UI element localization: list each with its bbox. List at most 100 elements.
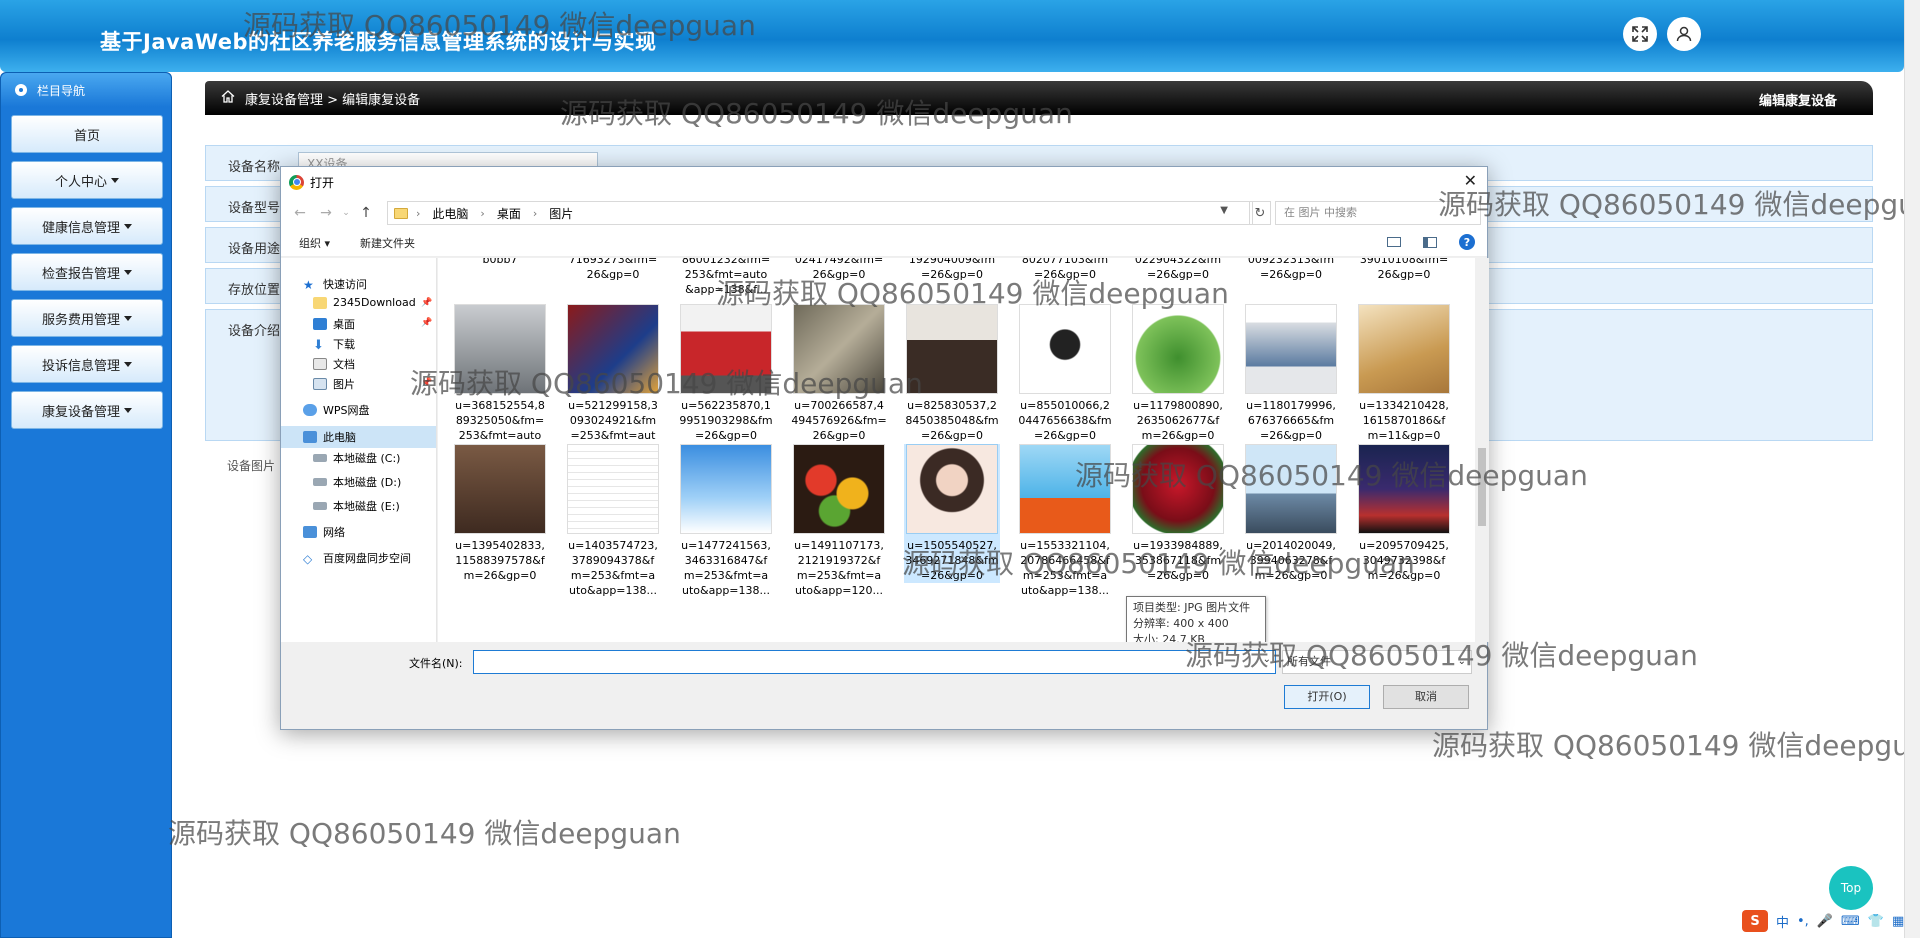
file-tile[interactable]: 009232313&fm =26&gp=0 (1243, 258, 1339, 282)
file-tile[interactable]: u=1491107173, 2121919372&f m=253&fmt=a u… (791, 444, 887, 598)
nav-dot-icon (15, 84, 27, 96)
pin-icon[interactable]: 📌 (421, 318, 432, 328)
file-tile[interactable]: u=2095709425, 3049732398&f m=26&gp=0 (1356, 444, 1452, 583)
home-icon[interactable] (221, 89, 235, 107)
chevron-down-icon[interactable]: ▼ (1220, 205, 1228, 216)
scrollbar-thumb[interactable] (1478, 448, 1486, 526)
sogou-logo-icon[interactable]: S (1742, 910, 1768, 932)
tree-item-2345download[interactable]: 2345Download (313, 296, 416, 309)
user-button[interactable] (1667, 17, 1701, 51)
microphone-icon[interactable]: 🎤 (1817, 914, 1833, 929)
sidebar-item-personal-center[interactable]: 个人中心 (11, 161, 163, 199)
file-tile[interactable]: u=700266587,4 494576926&fm= 26&gp=0 (791, 304, 887, 443)
tree-item-label: 此电脑 (323, 431, 356, 444)
page-scrollbar[interactable] (1904, 0, 1920, 938)
file-grid-scrollbar[interactable] (1475, 258, 1489, 642)
keyboard-icon[interactable]: ⌨ (1841, 914, 1860, 929)
tree-item-baidu-sync[interactable]: ◇ 百度网盘同步空间 (303, 550, 411, 566)
file-tile[interactable]: u=1403574723, 3789094378&f m=253&fmt=a u… (565, 444, 661, 598)
up-arrow-icon[interactable]: ↑ (353, 205, 379, 221)
file-tile[interactable]: u=1334210428, 1615870186&f m=11&gp=0 (1356, 304, 1452, 443)
path-segment[interactable]: 此电脑 (432, 205, 468, 222)
file-tile[interactable]: 86001232&fm= 253&fmt=auto &app=138&f... (678, 258, 774, 297)
preview-pane-icon[interactable] (1423, 236, 1437, 248)
tree-item-download[interactable]: ⬇ 下载 (313, 336, 355, 353)
cancel-button[interactable]: 取消 (1383, 685, 1469, 709)
tree-item-label: 2345Download (333, 296, 416, 309)
fullscreen-button[interactable] (1623, 17, 1657, 51)
toolbox-icon[interactable]: ▦ (1892, 914, 1904, 929)
caret-down-icon (124, 315, 132, 321)
ime-language[interactable]: 中 (1776, 912, 1789, 931)
file-type-select[interactable]: 所有文件 ⌄ (1282, 650, 1472, 674)
tree-item-quick-access[interactable]: ★ 快速访问 (303, 276, 367, 292)
file-tile[interactable]: u=1477241563, 3463316847&f m=253&fmt=a u… (678, 444, 774, 598)
file-tile[interactable]: u=521299158,3 093024921&fm =253&fmt=aut … (565, 304, 661, 458)
file-tile[interactable]: 022904322&fm =26&gp=0 (1130, 258, 1226, 282)
file-tile[interactable]: u=1553321104, 20786466458&f m=253&fmt=a … (1017, 444, 1113, 598)
path-separator-icon: › (480, 206, 485, 220)
filename-input[interactable]: ⌄ (473, 650, 1276, 674)
sidebar-item-label: 首页 (73, 128, 100, 144)
sidebar-item-rehab-device[interactable]: 康复设备管理 (11, 391, 163, 429)
sidebar-item-home[interactable]: 首页 (11, 115, 163, 153)
tree-item-label: 本地磁盘 (D:) (333, 476, 402, 489)
tree-item-desktop[interactable]: 桌面 (313, 316, 355, 332)
path-segment[interactable]: 桌面 (497, 205, 521, 222)
file-tile[interactable]: u=825830537,2 8450385048&fm =26&gp=0 (904, 304, 1000, 443)
forward-arrow-icon[interactable]: → (313, 205, 339, 221)
help-icon[interactable]: ? (1459, 234, 1475, 250)
pin-icon[interactable]: 📌 (421, 298, 432, 308)
file-tile[interactable]: b0bb7 (452, 258, 548, 267)
file-tile[interactable]: u=1179800890, 2635062677&f m=26&gp=0 (1130, 304, 1226, 443)
sidebar-item-service-fee[interactable]: 服务费用管理 (11, 299, 163, 337)
sidebar-item-complaint[interactable]: 投诉信息管理 (11, 345, 163, 383)
file-tile[interactable]: 802077103&fm =26&gp=0 (1017, 258, 1113, 282)
close-icon[interactable]: ✕ (1464, 171, 1477, 190)
tree-item-pictures[interactable]: 图片 (313, 376, 355, 392)
file-tile[interactable]: 02417492&fm= 26&gp=0 (791, 258, 887, 282)
back-to-top-button[interactable]: Top (1829, 866, 1873, 910)
tree-item-documents[interactable]: 文档 (313, 356, 355, 372)
file-tile[interactable]: u=1180179996, 676376665&fm =26&gp=0 (1243, 304, 1339, 443)
file-tile[interactable]: u=855010066,2 0447656638&fm =26&gp=0 (1017, 304, 1113, 443)
file-tile[interactable]: u=368152554,8 89325050&fm= 253&fmt=auto … (452, 304, 548, 458)
sidebar-item-label: 个人中心 (54, 174, 107, 190)
file-tile[interactable]: u=1395402833, 11588397578&f m=26&gp=0 (452, 444, 548, 583)
file-tile[interactable]: 71693273&fm= 26&gp=0 (565, 258, 661, 282)
file-name: u=1505540527, 3469271848&fm =26&gp=0 (905, 539, 999, 582)
file-tile[interactable]: u=2014020049, 3994063278&f m=26&gp=0 (1243, 444, 1339, 583)
file-tile-selected[interactable]: u=1505540527, 3469271848&fm =26&gp=0 (904, 444, 1000, 583)
search-input[interactable]: 在 图片 中搜索 (1275, 201, 1481, 225)
tree-item-disk-e[interactable]: 本地磁盘 (E:) (313, 498, 400, 514)
file-tile[interactable]: u=562235870,1 9951903298&fm =26&gp=0 (678, 304, 774, 443)
new-folder-button[interactable]: 新建文件夹 (360, 235, 415, 251)
chevron-down-icon[interactable]: ⌄ (1263, 654, 1271, 665)
sidebar-item-exam-report[interactable]: 检查报告管理 (11, 253, 163, 291)
refresh-icon[interactable]: ↻ (1249, 201, 1271, 225)
tree-item-disk-c[interactable]: 本地磁盘 (C:) (313, 450, 400, 466)
dialog-toolbar: 组织 ▾ 新建文件夹 ? (281, 229, 1487, 257)
back-arrow-icon[interactable]: ← (287, 205, 313, 221)
tree-item-label: WPS网盘 (323, 404, 370, 417)
image-thumbnail (1358, 304, 1450, 394)
organize-button[interactable]: 组织 ▾ (299, 235, 330, 251)
tree-item-disk-d[interactable]: 本地磁盘 (D:) (313, 474, 401, 490)
tree-item-this-pc[interactable]: 此电脑 (281, 426, 436, 448)
file-name: u=1403574723, 3789094378&f m=253&fmt=a u… (568, 539, 658, 597)
star-icon: ★ (303, 278, 314, 292)
file-tile[interactable]: 192904009&fm =26&gp=0 (904, 258, 1000, 282)
open-button[interactable]: 打开(O) (1284, 685, 1370, 709)
file-tile[interactable]: 39010108&fm= 26&gp=0 (1356, 258, 1452, 282)
path-segment[interactable]: 图片 (549, 205, 573, 222)
tree-item-network[interactable]: 网络 (303, 524, 345, 540)
history-chevron-icon[interactable]: ⌄ (339, 208, 353, 218)
file-tile[interactable]: u=1933984889, 353867118&fm =26&gp=0 (1130, 444, 1226, 583)
pin-icon[interactable]: 📌 (421, 378, 432, 388)
tree-item-wps-cloud[interactable]: WPS网盘 (303, 402, 370, 418)
sidebar-item-health-info[interactable]: 健康信息管理 (11, 207, 163, 245)
address-bar[interactable]: › 此电脑 › 桌面 › 图片 ▼ (387, 201, 1253, 225)
clothes-skin-icon[interactable]: 👕 (1868, 914, 1884, 929)
punctuation-icon[interactable]: •, (1797, 914, 1809, 929)
view-mode-icon[interactable] (1387, 237, 1401, 247)
